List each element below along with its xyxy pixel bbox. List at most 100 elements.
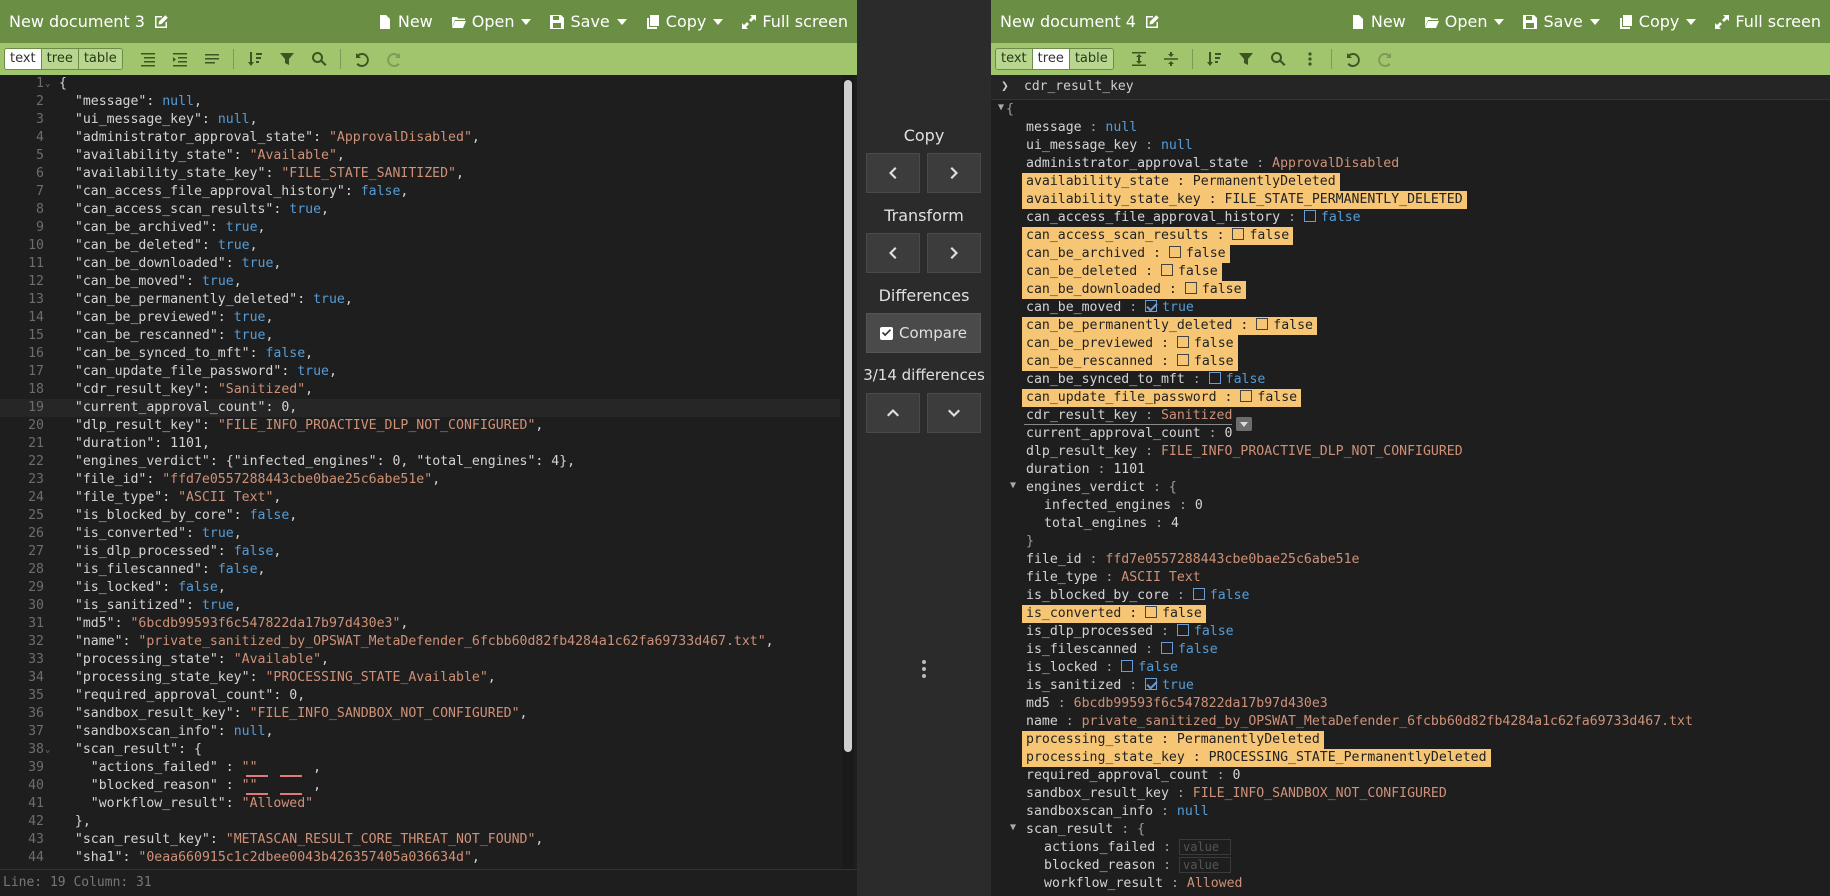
format-icon[interactable] xyxy=(133,44,163,74)
code-line[interactable]: 39 "actions_failed" : "" , xyxy=(0,759,840,777)
tree-node[interactable]: infected_engines : 0 xyxy=(1044,497,1203,515)
tree-node[interactable]: current_approval_count : 0 xyxy=(1026,425,1232,443)
code-line[interactable]: 25 "is_blocked_by_core": false, xyxy=(0,507,840,525)
tree-node[interactable]: is_filescanned : false xyxy=(1026,641,1218,659)
checkbox-icon[interactable] xyxy=(1145,606,1158,618)
code-line[interactable]: 23 "file_id": "ffd7e0557288443cbe0bae25c… xyxy=(0,471,840,489)
value-input[interactable]: value xyxy=(1178,839,1231,855)
node-key[interactable]: sandboxscan_info xyxy=(1026,804,1153,819)
tree-node[interactable]: dlp_result_key : FILE_INFO_PROACTIVE_DLP… xyxy=(1026,443,1463,461)
code-editor[interactable]: 1 ⌄{2 "message": null, 3 "ui_message_key":… xyxy=(0,75,840,869)
code-line[interactable]: 28 "is_filescanned": false, xyxy=(0,561,840,579)
node-key[interactable]: processing_state_key xyxy=(1026,750,1185,765)
node-key[interactable]: blocked_reason xyxy=(1044,858,1155,873)
node-value[interactable]: false xyxy=(1273,318,1313,333)
checkbox-checked-icon[interactable] xyxy=(1145,678,1158,690)
node-key[interactable]: ui_message_key xyxy=(1026,138,1137,153)
node-value[interactable]: null xyxy=(1161,138,1193,153)
code-line[interactable]: 8 "can_access_scan_results": true, xyxy=(0,201,840,219)
redo-icon[interactable] xyxy=(379,44,409,74)
node-value[interactable]: false xyxy=(1226,372,1266,387)
node-key[interactable]: engines_verdict xyxy=(1026,480,1145,495)
tree-node[interactable]: administrator_approval_state : ApprovalD… xyxy=(1026,155,1399,173)
compact-icon[interactable] xyxy=(197,44,227,74)
tree-node[interactable]: sandboxscan_info : null xyxy=(1026,803,1209,821)
search-icon[interactable] xyxy=(1263,44,1293,74)
node-value[interactable]: false xyxy=(1194,336,1234,351)
node-key[interactable]: can_be_rescanned xyxy=(1026,354,1153,369)
node-value[interactable]: FILE_STATE_PERMANENTLY_DELETED xyxy=(1225,192,1463,207)
checkbox-icon[interactable] xyxy=(1176,336,1189,348)
code-line[interactable]: 2 "message": null, xyxy=(0,93,840,111)
tree-node[interactable]: can_update_file_password : false xyxy=(1022,389,1302,407)
code-line[interactable]: 9 "can_be_archived": true, xyxy=(0,219,840,237)
code-line[interactable]: 43 "scan_result_key": "METASCAN_RESULT_C… xyxy=(0,831,840,849)
checkbox-icon[interactable] xyxy=(1121,660,1134,672)
code-line[interactable]: 27 "is_dlp_processed": false, xyxy=(0,543,840,561)
node-key[interactable]: message xyxy=(1026,120,1082,135)
node-key[interactable]: scan_result xyxy=(1026,822,1113,837)
checkbox-icon[interactable] xyxy=(1184,282,1197,294)
tree-node[interactable]: total_engines : 4 xyxy=(1044,515,1179,533)
tree-node[interactable]: is_dlp_processed : false xyxy=(1026,623,1234,641)
collapse-all-icon[interactable] xyxy=(1156,44,1186,74)
checkbox-icon[interactable] xyxy=(1208,372,1221,384)
expand-all-icon[interactable] xyxy=(1124,44,1154,74)
node-key[interactable]: total_engines xyxy=(1044,516,1147,531)
code-line[interactable]: 37 "sandboxscan_info": null, xyxy=(0,723,840,741)
left-save-button[interactable]: Save xyxy=(540,0,635,43)
node-key[interactable]: can_be_moved xyxy=(1026,300,1121,315)
left-document-title[interactable]: New document 3 xyxy=(0,12,169,31)
mode-text[interactable]: text xyxy=(996,49,1033,69)
code-line[interactable]: 1 ⌄ { xyxy=(0,75,840,93)
node-key[interactable]: is_blocked_by_core xyxy=(1026,588,1169,603)
node-key[interactable]: availability_state xyxy=(1026,174,1169,189)
node-key[interactable]: current_approval_count xyxy=(1026,426,1201,441)
node-value[interactable]: false xyxy=(1194,624,1234,639)
code-line[interactable]: 40 "blocked_reason" : "" , xyxy=(0,777,840,795)
node-value[interactable]: 1101 xyxy=(1113,462,1145,477)
node-value[interactable]: false xyxy=(1178,642,1218,657)
checkbox-icon[interactable] xyxy=(1168,246,1181,258)
next-difference-button[interactable] xyxy=(927,393,981,433)
code-line[interactable]: 15 "can_be_rescanned": true, xyxy=(0,327,840,345)
node-key[interactable]: duration xyxy=(1026,462,1090,477)
node-key[interactable]: is_sanitized xyxy=(1026,678,1121,693)
node-value[interactable]: 0 xyxy=(1232,768,1240,783)
breadcrumb-path[interactable]: cdr_result_key xyxy=(1024,75,1134,99)
node-value[interactable]: ApprovalDisabled xyxy=(1272,156,1399,171)
node-key[interactable]: processing_state xyxy=(1026,732,1153,747)
vertical-scrollbar[interactable] xyxy=(842,75,854,869)
node-value[interactable]: false xyxy=(1162,606,1202,621)
node-key[interactable]: availability_state_key xyxy=(1026,192,1201,207)
node-key[interactable]: administrator_approval_state xyxy=(1026,156,1248,171)
left-new-button[interactable]: New xyxy=(368,0,442,43)
node-key[interactable]: workflow_result xyxy=(1044,876,1163,891)
node-key[interactable]: can_access_file_approval_history xyxy=(1026,210,1280,225)
node-key[interactable]: is_filescanned xyxy=(1026,642,1137,657)
tree-node[interactable]: can_be_downloaded : false xyxy=(1022,281,1246,299)
tree-node[interactable]: is_converted : false xyxy=(1022,605,1206,623)
edit-icon[interactable] xyxy=(153,14,169,30)
node-key[interactable]: infected_engines xyxy=(1044,498,1171,513)
node-value[interactable]: 0 xyxy=(1225,426,1233,441)
more-options-icon[interactable] xyxy=(1295,44,1325,74)
node-key[interactable]: actions_failed xyxy=(1044,840,1155,855)
tree-node[interactable]: processing_state_key : PROCESSING_STATE_… xyxy=(1022,749,1491,767)
tree-node[interactable]: can_be_archived : false xyxy=(1022,245,1230,263)
node-value[interactable]: null xyxy=(1177,804,1209,819)
filter-icon[interactable] xyxy=(272,44,302,74)
node-value[interactable]: PermanentlyDeleted xyxy=(1177,732,1320,747)
right-new-button[interactable]: New xyxy=(1341,0,1415,43)
checkbox-icon[interactable] xyxy=(1192,588,1205,600)
right-save-button[interactable]: Save xyxy=(1513,0,1608,43)
node-value[interactable]: false xyxy=(1178,264,1218,279)
code-line[interactable]: 20 "dlp_result_key": "FILE_INFO_PROACTIV… xyxy=(0,417,840,435)
edit-icon[interactable] xyxy=(1144,14,1160,30)
tree-node[interactable]: name : private_sanitized_by_OPSWAT_MetaD… xyxy=(1026,713,1693,731)
fold-icon[interactable]: ⌄ xyxy=(45,741,50,759)
tree-node[interactable]: can_be_deleted : false xyxy=(1022,263,1222,281)
tree-node[interactable]: is_sanitized : true xyxy=(1026,677,1194,695)
node-key[interactable]: md5 xyxy=(1026,696,1050,711)
tree-node[interactable]: can_be_synced_to_mft : false xyxy=(1026,371,1265,389)
